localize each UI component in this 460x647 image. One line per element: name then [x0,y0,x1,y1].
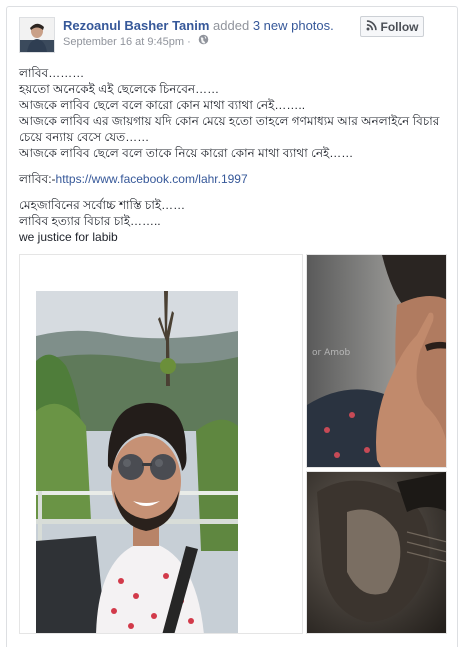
photo-top-right[interactable]: or Amob [306,254,447,468]
svg-text:or Amob: or Amob [312,348,350,358]
body-line: হয়তো অনেকেই এই ছেলেকে চিনবেন…… [19,82,220,96]
follow-button[interactable]: Follow [360,16,424,37]
post-timestamp[interactable]: September 16 at 9:45pm [63,34,184,51]
body-line: আজকে লাবিব এর জায়গায় যদি কোন মেয়ে হতো… [19,114,440,144]
meta-separator: · [187,36,191,48]
photo-bottom-right[interactable] [306,471,447,634]
body-line: আজকে লাবিব ছেলে বলে কারো কোন মাথা ব্যাথা… [19,98,306,112]
author-line: Rezoanul Basher Tanim added 3 new photos… [63,17,353,34]
rss-icon [366,19,377,34]
body-line: লাবিব হত্যার বিচার চাই…….. [19,214,161,228]
link-prefix: লাবিব:- [19,172,56,186]
post-card: Rezoanul Basher Tanim added 3 new photos… [6,6,458,647]
post-meta: September 16 at 9:45pm · [63,34,353,51]
post-body: লাবিব……… হয়তো অনেকেই এই ছেলেকে চিনবেন……… [19,65,449,245]
body-line: we justice for labib [19,230,118,244]
photos-link[interactable]: 3 new photos. [253,18,334,33]
globe-icon[interactable] [198,34,209,51]
photo-grid: or Amob [19,254,447,634]
author-name[interactable]: Rezoanul Basher Tanim [63,18,209,33]
photo-main[interactable] [19,254,303,634]
body-line: লাবিব……… [19,66,85,80]
follow-label: Follow [380,19,419,34]
body-link-line: লাবিব:-https://www.facebook.com/lahr.199… [19,171,449,187]
post-header: Rezoanul Basher Tanim added 3 new photos… [63,17,353,51]
body-line: মেহজাবিনের সর্বোচ্চ শাস্তি চাই…… [19,198,186,212]
profile-link[interactable]: https://www.facebook.com/lahr.1997 [56,172,248,186]
action-verb: added [213,18,250,33]
author-avatar[interactable] [19,17,55,53]
body-line: আজকে লাবিব ছেলে বলে তাকে নিয়ে কারো কোন … [19,146,354,160]
